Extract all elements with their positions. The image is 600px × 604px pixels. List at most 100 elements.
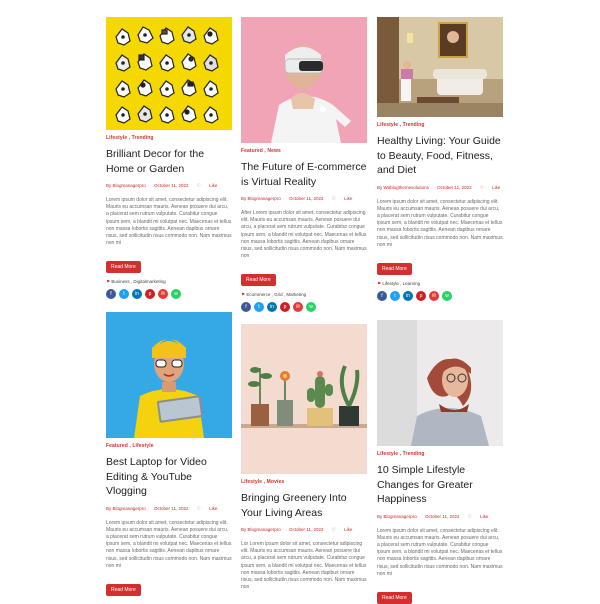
post-date[interactable]: October 11, 2022 — [289, 527, 323, 532]
post-excerpt: Lorem ipsum dolor sit amet, consectetur … — [377, 198, 503, 248]
facebook-icon[interactable]: f — [106, 289, 116, 299]
post-thumbnail[interactable] — [241, 17, 367, 143]
pinterest-icon[interactable]: p — [280, 302, 290, 312]
like-label: Like — [344, 196, 353, 201]
twitter-icon[interactable]: t — [390, 290, 400, 301]
post-categories[interactable]: Lifestyle , Movies — [241, 479, 367, 485]
post-thumbnail[interactable] — [106, 17, 232, 130]
post-author[interactable]: By Blogmanagerpro — [377, 514, 417, 519]
post-author[interactable]: By Blogmanagerpro — [106, 183, 146, 188]
post-thumbnail[interactable] — [241, 324, 367, 474]
facebook-icon[interactable]: f — [377, 290, 387, 301]
post-meta: By Wablogthemesolutions October 11, 2022… — [377, 185, 503, 191]
post-card: Lifestyle , Trending Brilliant Decor for… — [106, 17, 232, 300]
post-categories[interactable]: Lifestyle , Trending — [377, 122, 503, 128]
pinterest-icon[interactable]: p — [145, 289, 155, 299]
post-date[interactable]: October 11, 2022 — [437, 185, 471, 190]
post-thumbnail[interactable] — [377, 320, 503, 446]
post-meta: By Blogmanagerpro October 11, 2022 ♡ Lik… — [377, 514, 503, 520]
post-thumbnail[interactable] — [106, 312, 232, 438]
like-button[interactable]: ♡ Like — [332, 527, 360, 532]
like-label: Like — [209, 183, 218, 188]
linkedin-icon[interactable]: in — [132, 289, 142, 299]
post-excerpt: After Lorem ipsum dolor sit amet, consec… — [241, 210, 367, 260]
email-icon[interactable]: ✉ — [293, 302, 303, 312]
dogs-illustration — [106, 17, 232, 130]
post-tags-list[interactable]: Ecommerce , Grid , Marketing — [246, 292, 306, 297]
woman-portrait-photo — [377, 320, 503, 446]
post-categories[interactable]: Featured , News — [241, 148, 367, 154]
post-card: Featured , Lifestyle Best Laptop for Vid… — [106, 312, 232, 596]
post-tags: ⚑ Lifestyle , Learning — [377, 281, 503, 287]
post-excerpt: Lorem ipsum dolor sit amet, consectetur … — [377, 527, 503, 577]
share-icons: f t in p ✉ w — [241, 302, 367, 313]
read-more-button[interactable]: Read More — [377, 262, 412, 275]
like-button[interactable]: ♡ Like — [468, 514, 496, 519]
post-categories[interactable]: Featured , Lifestyle — [106, 443, 232, 449]
post-author[interactable]: By Blogmanagerpro — [241, 527, 281, 532]
post-tags: ⚑ Ecommerce , Grid , Marketing — [241, 292, 367, 298]
facebook-icon[interactable]: f — [241, 302, 251, 312]
linkedin-icon[interactable]: in — [267, 302, 277, 312]
whatsapp-icon[interactable]: w — [171, 289, 181, 299]
woman-tablet-photo — [106, 312, 232, 438]
post-thumbnail[interactable] — [377, 17, 503, 117]
post-author[interactable]: By Wablogthemesolutions — [377, 185, 429, 190]
linkedin-icon[interactable]: in — [403, 290, 413, 301]
post-date[interactable]: October 11, 2022 — [425, 514, 459, 519]
post-author[interactable]: By Blogmanagerpro — [241, 196, 281, 201]
like-label: Like — [344, 527, 353, 532]
share-icons: f t in p ✉ w — [106, 289, 232, 300]
post-title[interactable]: Bringing Greenery Into Your Living Areas — [241, 491, 367, 520]
post-meta: By Blogmanagerpro October 11, 2022 ♡ Lik… — [241, 527, 367, 533]
heart-icon: ♡ — [196, 505, 201, 511]
like-button[interactable]: ♡ Like — [197, 183, 225, 188]
post-date[interactable]: October 11, 2022 — [154, 506, 188, 511]
post-date[interactable]: October 11, 2022 — [154, 183, 188, 188]
plants-illustration — [241, 324, 367, 474]
read-more-button[interactable]: Read More — [377, 591, 412, 604]
vr-man-photo — [241, 17, 367, 143]
post-tags-list[interactable]: Business , Digitalmarketing — [111, 279, 165, 284]
post-tags-list[interactable]: Lifestyle , Learning — [382, 281, 420, 286]
read-more-button[interactable]: Read More — [106, 583, 141, 596]
post-card: Lifestyle , Trending Healthy Living: You… — [377, 17, 503, 302]
heart-icon: ♡ — [331, 527, 336, 532]
like-button[interactable]: ♡ Like — [480, 185, 503, 190]
like-label: Like — [209, 505, 218, 511]
post-excerpt: Lor Lorem ipsum dolor sit amet, consecte… — [241, 541, 367, 591]
post-categories[interactable]: Lifestyle , Trending — [106, 135, 232, 141]
post-author[interactable]: By Blogmanagerpro — [106, 506, 146, 511]
read-more-button[interactable]: Read More — [106, 261, 141, 273]
twitter-icon[interactable]: t — [254, 302, 264, 312]
post-title[interactable]: Healthy Living: Your Guide to Beauty, Fo… — [377, 134, 503, 178]
heart-icon: ♡ — [479, 184, 484, 190]
post-card: Lifestyle , Trending 10 Simple Lifestyle… — [377, 320, 503, 604]
post-excerpt: Lorem ipsum dolor sit amet, consectetur … — [106, 197, 232, 247]
read-more-button[interactable]: Read More — [241, 274, 276, 286]
post-title[interactable]: Best Laptop for Video Editing & YouTube … — [106, 455, 232, 499]
heart-icon: ♡ — [331, 196, 336, 201]
like-button[interactable]: ♡ Like — [197, 506, 225, 511]
post-meta: By Blogmanagerpro October 11, 2022 ♡ Lik… — [106, 183, 232, 189]
share-icons: f t in p ✉ w — [377, 290, 503, 302]
whatsapp-icon[interactable]: w — [306, 302, 316, 312]
whatsapp-icon[interactable]: w — [442, 290, 452, 301]
pinterest-icon[interactable]: p — [416, 290, 426, 301]
twitter-icon[interactable]: t — [119, 289, 129, 299]
heart-icon: ♡ — [196, 183, 201, 188]
post-title[interactable]: The Future of E-commerce is Virtual Real… — [241, 160, 367, 189]
like-button[interactable]: ♡ Like — [332, 196, 360, 201]
post-title[interactable]: Brilliant Decor for the Home or Garden — [106, 147, 232, 176]
tag-icon: ⚑ — [241, 292, 246, 297]
post-meta: By Blogmanagerpro October 11, 2022 ♡ Lik… — [106, 506, 232, 512]
tag-icon: ⚑ — [377, 280, 382, 286]
email-icon[interactable]: ✉ — [429, 290, 439, 301]
post-card: Lifestyle , Movies Bringing Greenery Int… — [241, 324, 367, 599]
post-meta: By Blogmanagerpro October 11, 2022 ♡ Lik… — [241, 196, 367, 202]
email-icon[interactable]: ✉ — [158, 289, 168, 299]
post-categories[interactable]: Lifestyle , Trending — [377, 451, 503, 457]
post-date[interactable]: October 11, 2022 — [289, 196, 323, 201]
post-title[interactable]: 10 Simple Lifestyle Changes for Greater … — [377, 463, 503, 507]
like-label: Like — [480, 513, 489, 519]
